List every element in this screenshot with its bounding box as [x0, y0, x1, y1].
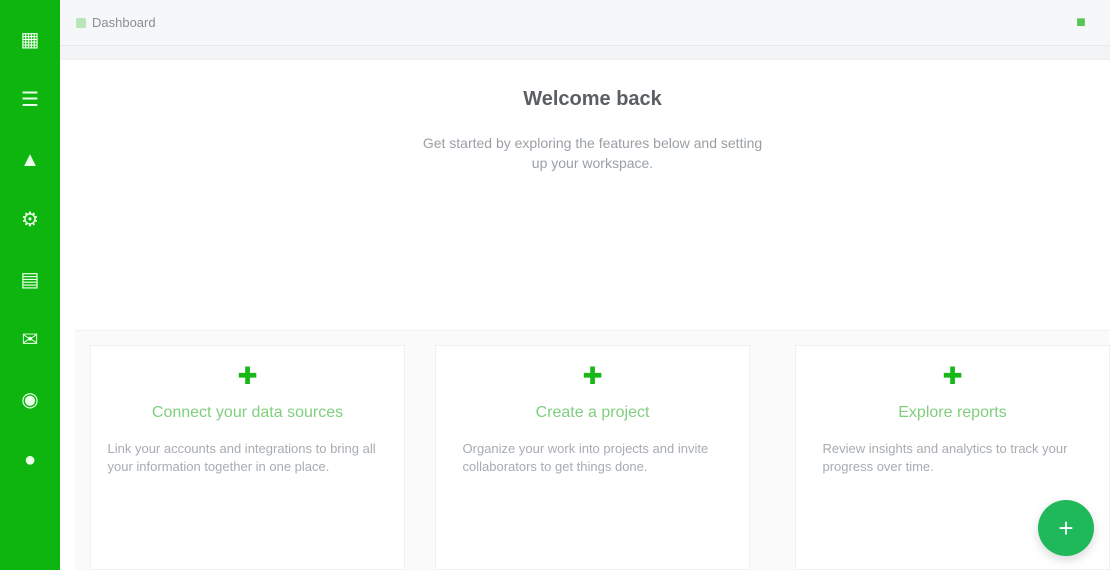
top-bar: Dashboard ■	[60, 0, 1110, 46]
card-title[interactable]: Connect your data sources	[152, 404, 343, 422]
report-icon: ✚	[942, 362, 963, 390]
settings-icon[interactable]: ■	[1068, 10, 1094, 36]
cards-section: ✚ Connect your data sources Link your ac…	[75, 330, 1110, 570]
card-text: Review insights and analytics to track y…	[822, 441, 1068, 474]
list-icon[interactable]: ☰	[8, 78, 52, 122]
project-icon: ✚	[582, 362, 603, 390]
user-icon[interactable]: ●	[8, 438, 52, 482]
hero-section: Welcome back Get started by exploring th…	[75, 60, 1110, 330]
breadcrumb-label[interactable]: Dashboard	[92, 15, 156, 30]
sub-bar	[60, 46, 1110, 60]
sidebar: ▦ ☰ ▲ ⚙ ▤ ✉ ◉ ●	[0, 0, 60, 570]
card-text: Link your accounts and integrations to b…	[107, 441, 376, 474]
gear-icon[interactable]: ⚙	[8, 198, 52, 242]
plus-icon: +	[1058, 512, 1074, 543]
page-title: Welcome back	[523, 88, 662, 110]
bell-icon[interactable]: ◉	[8, 378, 52, 422]
feature-card[interactable]: ✚ Create a project Organize your work in…	[435, 345, 750, 570]
message-icon[interactable]: ✉	[8, 318, 52, 362]
chart-icon[interactable]: ▲	[8, 138, 52, 182]
breadcrumb: Dashboard	[76, 15, 156, 30]
page-description: Get started by exploring the features be…	[422, 135, 763, 171]
grid-icon[interactable]: ▦	[8, 18, 52, 62]
plug-icon: ✚	[237, 362, 258, 390]
add-button[interactable]: +	[1038, 500, 1094, 556]
card-text: Organize your work into projects and inv…	[462, 441, 709, 474]
feature-card[interactable]: ✚ Connect your data sources Link your ac…	[90, 345, 405, 570]
card-title[interactable]: Create a project	[536, 404, 650, 422]
card-title[interactable]: Explore reports	[898, 404, 1007, 422]
breadcrumb-icon	[76, 17, 86, 28]
folder-icon[interactable]: ▤	[8, 258, 52, 302]
